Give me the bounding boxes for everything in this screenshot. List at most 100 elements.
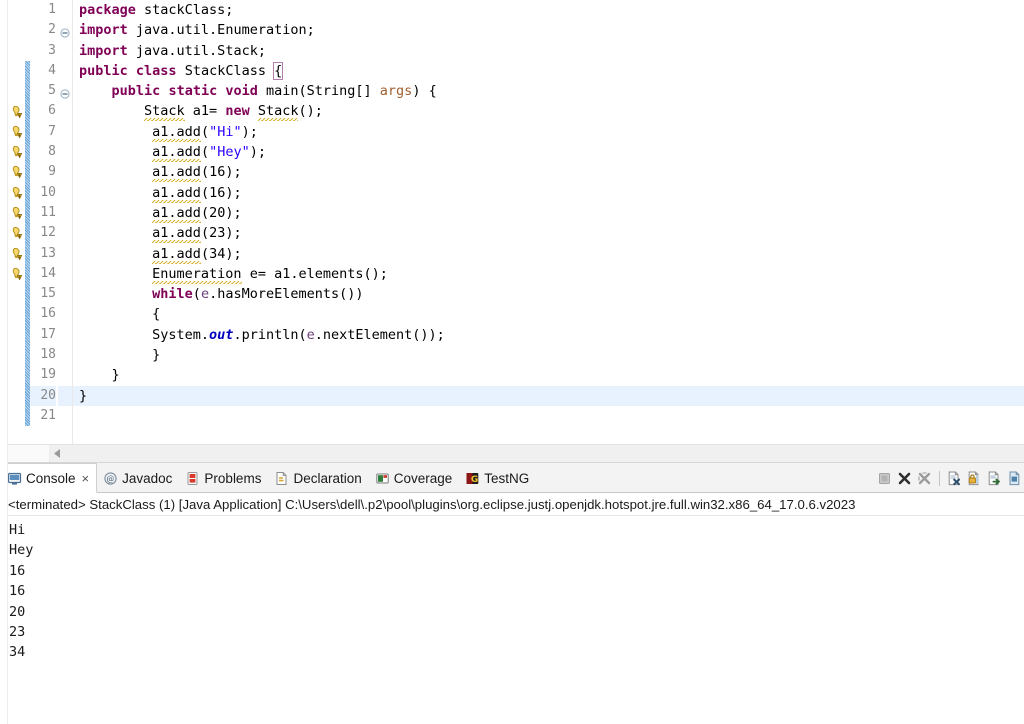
scroll-lock-button[interactable] (966, 470, 983, 487)
code-token: { (79, 306, 161, 323)
tab-testng[interactable]: G TestNG (459, 464, 536, 492)
code-line[interactable]: a1.add(16); (73, 162, 1024, 183)
code-token: } (79, 387, 88, 404)
warning-marker-icon[interactable] (9, 125, 24, 140)
fold-row (58, 101, 72, 121)
fold-row (58, 325, 72, 345)
code-token: } (79, 367, 120, 384)
warning-marker-icon[interactable] (9, 186, 24, 201)
code-line[interactable]: public static void main(String[] args) { (73, 81, 1024, 101)
tab-label: Console (26, 470, 76, 486)
line-number-ruler: 1 2 3 4 5 6 7 8 9 10 11 12 13 14 15 16 17 18 19 20 21 (30, 0, 58, 444)
tab-declaration[interactable]: Declaration (268, 464, 368, 492)
close-icon[interactable]: × (82, 471, 90, 486)
code-line[interactable]: Enumeration e= a1.elements(); (73, 264, 1024, 284)
tab-label: Declaration (293, 470, 362, 486)
tab-label: Coverage (393, 470, 453, 486)
java-editor: 1 2 3 4 5 6 7 8 9 10 11 12 13 14 15 16 17 18 19 20 21 packag… (0, 0, 1024, 463)
console-icon (7, 471, 22, 486)
fold-row (58, 41, 72, 61)
code-line[interactable]: import java.util.Stack; (73, 41, 1024, 61)
code-token: ( (200, 144, 210, 161)
tab-javadoc[interactable]: @ Javadoc (97, 464, 179, 492)
scroll-left-arrow-icon[interactable] (50, 445, 66, 462)
editor-body[interactable]: 1 2 3 4 5 6 7 8 9 10 11 12 13 14 15 16 17 18 19 20 21 packag… (0, 0, 1024, 444)
code-line[interactable]: a1.add("Hi"); (73, 122, 1024, 142)
code-line[interactable]: while(e.hasMoreElements()) (73, 284, 1024, 304)
fold-collapse-toggle[interactable] (60, 25, 70, 38)
view-tab-bar[interactable]: Console × @ Javadoc Problems Declaration Cover… (0, 463, 1024, 493)
warning-marker-icon[interactable] (9, 226, 24, 241)
code-token: a1.add (152, 184, 201, 203)
show-console-on-output-button[interactable] (986, 470, 1003, 487)
folding-ruler[interactable] (58, 0, 73, 444)
code-line[interactable]: a1.add(20); (73, 203, 1024, 223)
fold-collapse-toggle[interactable] (60, 86, 70, 99)
line-number: 13 (40, 245, 56, 261)
fold-row (58, 0, 72, 20)
code-line[interactable]: } (73, 365, 1024, 385)
editor-horizontal-scrollbar[interactable] (0, 444, 1024, 462)
code-token: stackClass; (135, 2, 234, 18)
warning-marker-icon[interactable] (9, 267, 24, 282)
line-number: 21 (40, 407, 56, 423)
problems-icon (185, 471, 200, 486)
fold-row (58, 122, 72, 142)
console-output-line: 23 (9, 624, 26, 641)
code-line[interactable]: Stack a1= new Stack(); (73, 101, 1024, 122)
pin-console-button[interactable] (1006, 470, 1023, 487)
console-toolbar[interactable] (876, 464, 1024, 492)
code-token: while (152, 286, 193, 303)
line-number: 18 (40, 347, 56, 363)
warning-marker-icon[interactable] (9, 105, 24, 120)
code-line[interactable]: public class StackClass { (73, 61, 1024, 81)
line-number: 12 (40, 225, 56, 241)
fold-row (58, 244, 72, 264)
tab-label: TestNG (484, 470, 530, 486)
code-line[interactable]: } (73, 345, 1024, 365)
code-line[interactable]: import java.util.Enumeration; (73, 20, 1024, 40)
fold-row (58, 304, 72, 324)
tab-console[interactable]: Console × (0, 463, 98, 493)
code-line[interactable]: System.out.println(e.nextElement()); (73, 325, 1024, 345)
code-line[interactable]: a1.add(16); (73, 183, 1024, 203)
warning-marker-icon[interactable] (9, 165, 24, 180)
code-line[interactable]: package stackClass; (73, 0, 1024, 20)
console-output-text[interactable]: Hi Hey 16 16 20 23 34 (0, 0, 1024, 724)
code-text-area[interactable]: package stackClass; import java.util.Enum… (73, 0, 1024, 444)
code-token: public (79, 62, 128, 79)
code-token: Stack (144, 103, 185, 122)
terminate-button[interactable] (876, 470, 893, 487)
tab-problems[interactable]: Problems (179, 464, 268, 492)
warning-marker-icon[interactable] (9, 247, 24, 262)
warning-marker-icon[interactable] (9, 206, 24, 221)
code-line[interactable]: a1.add(23); (73, 223, 1024, 244)
console-output-line: 34 (9, 644, 26, 661)
remove-all-launches-button[interactable] (916, 470, 933, 487)
code-line[interactable]: a1.add(34); (73, 244, 1024, 264)
code-line[interactable]: } (73, 385, 1024, 406)
line-number: 1 (48, 2, 56, 17)
warning-marker-icon[interactable] (9, 145, 24, 160)
remove-launch-button[interactable] (896, 470, 913, 487)
line-number: 16 (40, 306, 56, 322)
code-token: public (111, 83, 161, 100)
code-line[interactable] (73, 406, 1024, 426)
code-line[interactable]: { (73, 304, 1024, 324)
fold-row (58, 406, 72, 426)
tab-coverage[interactable]: Coverage (369, 464, 460, 492)
clear-console-button[interactable] (946, 470, 963, 487)
code-token: a1.add (152, 245, 201, 264)
code-token: (); (298, 103, 323, 120)
fold-row (58, 223, 72, 243)
code-line[interactable]: a1.add("Hey"); (73, 142, 1024, 163)
annotation-ruler[interactable] (7, 0, 25, 444)
console-output-line: 16 (9, 562, 26, 579)
